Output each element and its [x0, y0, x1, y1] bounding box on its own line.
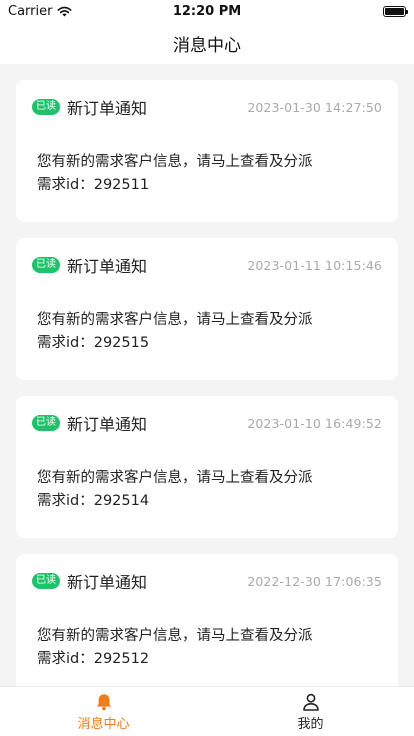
read-badge: 已读	[32, 573, 60, 589]
message-line: 您有新的需求客户信息，请马上查看及分派	[37, 154, 313, 170]
message-title: 新订单通知	[67, 415, 148, 434]
message-card[interactable]: 已读 新订单通知 2023-01-10 16:49:52 您有新的需求客户信息，…	[16, 396, 398, 538]
message-line: 您有新的需求客户信息，请马上查看及分派	[37, 470, 313, 486]
message-demand-id: 需求id：292514	[37, 493, 150, 509]
message-list[interactable]: 已读 新订单通知 2023-01-30 14:27:50 您有新的需求客户信息，…	[0, 64, 414, 686]
message-card[interactable]: 已读 新订单通知 2023-01-30 14:27:50 您有新的需求客户信息，…	[16, 80, 398, 222]
message-card[interactable]: 已读 新订单通知 2022-12-30 17:06:35 您有新的需求客户信息，…	[16, 554, 398, 686]
message-line: 您有新的需求客户信息，请马上查看及分派	[37, 312, 313, 328]
wifi-icon	[57, 6, 72, 16]
status-bar: Carrier 12:20 PM	[0, 0, 414, 22]
message-demand-id: 需求id：292512	[37, 651, 150, 667]
screen: Carrier 12:20 PM 消息中心 已读 新订单通知 2023-01-3…	[0, 0, 414, 736]
message-demand-id: 需求id：292515	[37, 335, 150, 351]
status-right	[383, 5, 408, 17]
message-demand-id: 需求id：292511	[37, 177, 150, 193]
tab-bar: 消息中心 我的	[0, 686, 414, 736]
message-line: 您有新的需求客户信息，请马上查看及分派	[37, 628, 313, 644]
message-body: 您有新的需求客户信息，请马上查看及分派 需求id：292514	[37, 467, 382, 513]
message-time: 2023-01-30 14:27:50	[247, 99, 382, 115]
read-badge: 已读	[32, 99, 60, 115]
message-card[interactable]: 已读 新订单通知 2023-01-11 10:15:46 您有新的需求客户信息，…	[16, 238, 398, 380]
read-badge: 已读	[32, 257, 60, 273]
tab-label: 消息中心	[77, 716, 130, 732]
message-time: 2023-01-11 10:15:46	[247, 257, 382, 273]
read-badge: 已读	[32, 415, 60, 431]
message-time: 2022-12-30 17:06:35	[247, 573, 382, 589]
message-card-header: 已读 新订单通知 2022-12-30 17:06:35	[32, 570, 382, 592]
message-body: 您有新的需求客户信息，请马上查看及分派 需求id：292512	[37, 625, 382, 671]
message-time: 2023-01-10 16:49:52	[247, 415, 382, 431]
message-title: 新订单通知	[67, 99, 148, 118]
tab-message-center[interactable]: 消息中心	[0, 687, 207, 736]
message-body: 您有新的需求客户信息，请马上查看及分派 需求id：292511	[37, 151, 382, 197]
message-body: 您有新的需求客户信息，请马上查看及分派 需求id：292515	[37, 309, 382, 355]
message-title: 新订单通知	[67, 257, 148, 276]
bell-icon	[96, 693, 111, 710]
status-left: Carrier	[8, 4, 72, 19]
nav-bar: 消息中心	[0, 22, 414, 64]
tab-label: 我的	[297, 716, 324, 732]
carrier-label: Carrier	[8, 3, 53, 19]
page-title: 消息中心	[173, 35, 241, 56]
battery-level	[385, 7, 404, 15]
message-card-header: 已读 新订单通知 2023-01-11 10:15:46	[32, 254, 382, 276]
message-title: 新订单通知	[67, 573, 148, 592]
battery-icon	[383, 5, 408, 17]
message-card-header: 已读 新订单通知 2023-01-10 16:49:52	[32, 412, 382, 434]
tab-mine[interactable]: 我的	[207, 687, 414, 736]
message-card-header: 已读 新订单通知 2023-01-30 14:27:50	[32, 96, 382, 118]
user-icon	[302, 693, 319, 711]
